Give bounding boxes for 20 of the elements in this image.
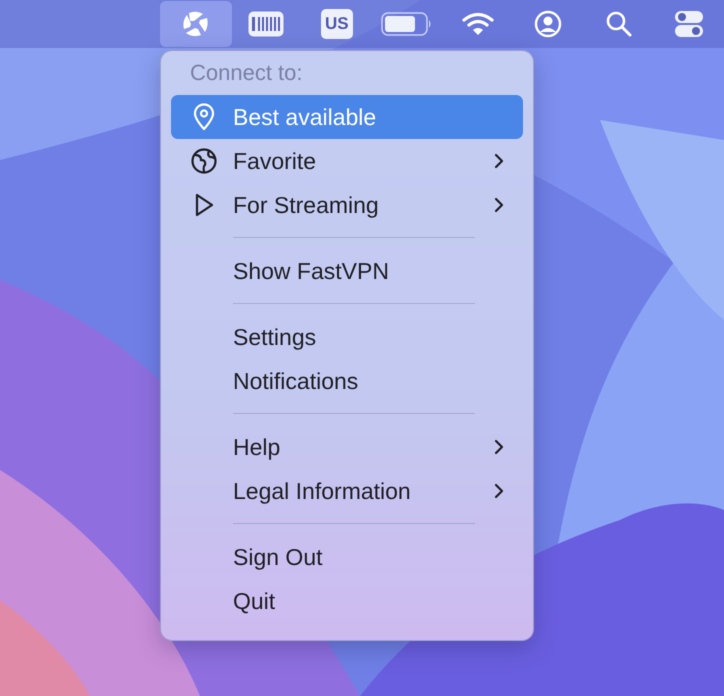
- menu-item[interactable]: Show FastVPN: [171, 249, 523, 293]
- search-icon[interactable]: [604, 10, 633, 38]
- user-icon[interactable]: [534, 10, 562, 38]
- wifi-icon[interactable]: [460, 11, 495, 37]
- menu-item[interactable]: Best available: [171, 95, 523, 139]
- globe-icon: [190, 147, 218, 175]
- menu-item[interactable]: Settings: [171, 315, 523, 359]
- toggle-switches-icon[interactable]: [674, 9, 704, 39]
- menu-item[interactable]: For Streaming: [171, 183, 523, 227]
- location-pin-icon: [191, 103, 217, 131]
- menu-item[interactable]: Favorite: [171, 139, 523, 183]
- input-source-indicator[interactable]: US: [320, 9, 353, 39]
- menu-item[interactable]: Sign Out: [171, 535, 523, 579]
- keyboard-icon[interactable]: [248, 11, 284, 37]
- menu-header: Connect to:: [189, 59, 304, 87]
- battery-icon[interactable]: [381, 12, 434, 36]
- menu-item[interactable]: Notifications: [171, 359, 523, 403]
- menu-item[interactable]: Legal Information: [171, 469, 523, 513]
- menu-item[interactable]: Help: [171, 425, 523, 469]
- menu-item[interactable]: Quit: [171, 579, 523, 623]
